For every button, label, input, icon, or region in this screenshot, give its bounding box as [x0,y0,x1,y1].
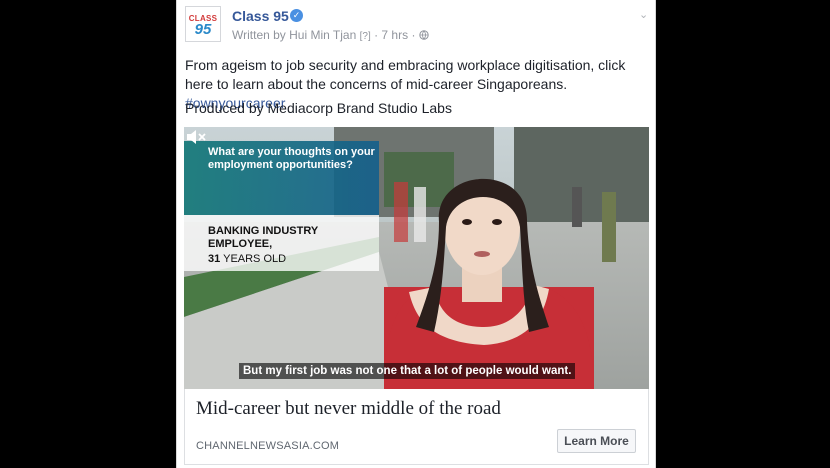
speaker-muted-icon[interactable] [184,127,208,147]
speaker-age: 31 YEARS OLD [208,253,286,265]
post-credit: Produced by Mediacorp Brand Studio Labs [185,100,452,116]
post-body-text: From ageism to job security and embracin… [185,57,626,92]
speaker-age-number: 31 [208,253,221,265]
video-subtitle: But my first job was not one that a lot … [239,363,576,379]
verified-badge-icon: ✓ [290,9,303,22]
link-domain: CHANNELNEWSASIA.COM [196,440,340,452]
globe-icon [419,30,429,40]
chevron-down-icon[interactable]: ⌄ [639,8,648,21]
avatar-logo-line2: 95 [194,21,212,38]
link-headline[interactable]: Mid-career but never middle of the road [196,398,501,420]
meta-separator-2: · [411,28,416,42]
video-player[interactable]: What are your thoughts on your employmen… [184,127,649,389]
learn-more-button[interactable]: Learn More [557,429,636,453]
page-avatar[interactable]: CLASS 95 [185,6,221,42]
author-help-link[interactable]: [?] [360,31,371,42]
post-meta: Written by Hui Min Tjan [?] · 7 hrs · [232,28,429,42]
page-name-link[interactable]: Class 95 [232,8,289,24]
speaker-title: BANKING INDUSTRY EMPLOYEE, [208,225,319,250]
meta-separator: · [374,28,379,42]
author-text: Written by Hui Min Tjan [232,28,357,42]
post-timestamp[interactable]: 7 hrs [381,28,408,42]
facebook-post-card: CLASS 95 Class 95 ✓ Written by Hui Min T… [176,0,656,468]
question-overlay-text: What are your thoughts on your employmen… [208,146,375,171]
speaker-age-text: YEARS OLD [220,253,287,265]
